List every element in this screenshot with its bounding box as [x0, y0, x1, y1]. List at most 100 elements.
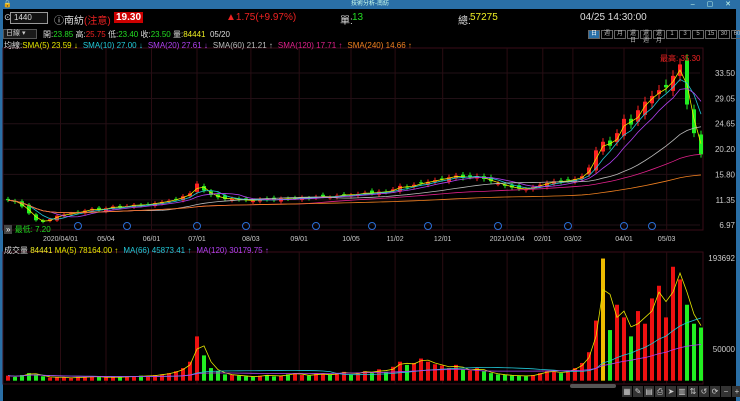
last-price: 19.30 — [114, 12, 144, 23]
volume-bar — [475, 368, 479, 381]
volume-bar — [6, 375, 10, 381]
volume-bar — [608, 330, 612, 381]
volume-bar — [622, 317, 626, 381]
volume-bar — [69, 378, 73, 381]
horizontal-scrollbar[interactable] — [570, 384, 616, 388]
table-icon[interactable]: ▤ — [644, 386, 654, 397]
period-button-5[interactable]: 還月 — [653, 30, 665, 44]
low-annotation: » 最低: 7.20 — [4, 224, 51, 235]
volume-bar — [489, 373, 493, 381]
pointer-icon[interactable]: ➤ — [666, 386, 676, 397]
date-tick: 05/03 — [658, 236, 676, 243]
undo-icon[interactable]: ↺ — [699, 386, 709, 397]
volume-bar — [230, 375, 234, 381]
volume-bar — [440, 365, 444, 381]
high-value: 25.75 — [85, 30, 106, 39]
period-button-3[interactable]: 還日 — [627, 30, 639, 44]
volume-bar — [384, 371, 388, 381]
period-button-1[interactable]: 週 — [601, 30, 613, 39]
date-tick: 02/01 — [534, 236, 552, 243]
print-icon[interactable]: ⎙ — [655, 386, 665, 397]
volume-bar — [202, 355, 206, 381]
period-select[interactable]: 日線 ▾ — [3, 29, 37, 39]
volume-legend: 成交量 84441 MA(5) 78164.00 ↑ MA(66) 45873.4… — [4, 245, 274, 256]
volume-bar — [552, 371, 556, 381]
dividend-marker-icon[interactable] — [564, 222, 572, 230]
zoom-out-icon[interactable]: − — [721, 386, 731, 397]
screenshot-icon[interactable]: ▦ — [622, 386, 632, 397]
volume-bar — [692, 323, 696, 381]
date-tick: 05/04 — [97, 236, 115, 243]
volume-bar — [678, 279, 682, 381]
date-tick: 08/03 — [242, 236, 260, 243]
ohlc-row: 開:23.85 高:25.75 低:23.40 收:23.50 量:84441 … — [43, 29, 230, 40]
volume-bar — [223, 374, 227, 381]
volume-bar — [468, 370, 472, 381]
volume-bar — [209, 368, 213, 381]
volume-bar — [321, 374, 325, 381]
volume-bar — [118, 377, 122, 381]
volume-bar — [482, 371, 486, 381]
dividend-marker-icon[interactable] — [242, 222, 250, 230]
dividend-marker-icon[interactable] — [494, 222, 502, 230]
ma-item-1: SMA(10) 27.00 ↓ — [82, 41, 143, 50]
refresh-icon[interactable]: ⟳ — [710, 386, 720, 397]
period-button-11[interactable]: 60 — [731, 30, 740, 39]
date-tick: 2021/01/04 — [490, 236, 525, 243]
high-label: 高: — [75, 30, 86, 39]
volume-bar — [629, 336, 633, 381]
period-button-8[interactable]: 5 — [692, 30, 704, 39]
ma-item-3: SMA(60) 21.21 ↑ — [212, 41, 273, 50]
period-button-0[interactable]: 日 — [588, 30, 600, 39]
total-value: 57275 — [470, 12, 498, 23]
period-button-6[interactable]: 1 — [666, 30, 678, 39]
dividend-marker-icon[interactable] — [648, 222, 656, 230]
volume-bar — [671, 266, 675, 381]
open-label: 開: — [43, 30, 54, 39]
volume-bar — [496, 374, 500, 381]
volume-bar — [517, 375, 521, 381]
zoom-in-icon[interactable]: + — [732, 386, 740, 397]
volume-bar — [104, 377, 108, 381]
volume-tick: 193692 — [708, 254, 735, 263]
period-button-2[interactable]: 月 — [614, 30, 626, 39]
total-label: 總: — [458, 16, 471, 27]
indicator-icon[interactable]: ⇅ — [688, 386, 698, 397]
datetime: 04/25 14:30:00 — [580, 12, 647, 23]
volume-bar — [349, 374, 353, 381]
date-tick: 2020/04/01 — [43, 236, 78, 243]
ma-item-0: SMA(5) 23.59 ↓ — [22, 41, 78, 50]
dividend-marker-icon[interactable] — [368, 222, 376, 230]
dividend-marker-icon[interactable] — [123, 222, 131, 230]
volume-bar — [685, 304, 689, 381]
dividend-marker-icon[interactable] — [424, 222, 432, 230]
period-select-value: 日線 — [6, 30, 20, 37]
dividend-marker-icon[interactable] — [312, 222, 320, 230]
period-buttons: 日週月還日 還週 還月 1 3 5 15 30 60 — [588, 30, 740, 44]
ma-legend: 均線:SMA(5) 23.59 ↓ SMA(10) 27.00 ↓ SMA(20) … — [4, 40, 417, 51]
volume-bar — [433, 364, 437, 381]
draw-icon[interactable]: ✎ — [633, 386, 643, 397]
date-tick: 06/01 — [143, 236, 161, 243]
stock-code-input[interactable]: 1440 — [10, 12, 48, 24]
volume-bar — [503, 375, 507, 381]
sma-5-line — [7, 69, 702, 222]
period-button-9[interactable]: 15 — [705, 30, 717, 39]
dividend-marker-icon[interactable] — [74, 222, 82, 230]
date-tick: 09/01 — [290, 236, 308, 243]
info-icon[interactable]: ⓘ — [54, 12, 64, 27]
volume-bar — [636, 311, 640, 381]
layout-icon[interactable]: ▥ — [677, 386, 687, 397]
volume-bar — [83, 377, 87, 381]
period-button-10[interactable]: 30 — [718, 30, 730, 39]
volume-ma-item-2: MA(120) 30179.75 ↑ — [196, 246, 269, 255]
close-value: 23.50 — [150, 30, 171, 39]
volume-bar — [405, 364, 409, 381]
volume-bar — [664, 317, 668, 381]
candle — [6, 196, 10, 203]
chart-canvas[interactable]: 33.50 29.05 24.65 20.20 15.80 11.35 6.97 193692… — [0, 0, 740, 401]
volume-bar — [160, 374, 164, 381]
expand-icon[interactable]: » — [4, 225, 13, 234]
period-button-7[interactable]: 3 — [679, 30, 691, 39]
period-button-4[interactable]: 還週 — [640, 30, 652, 44]
